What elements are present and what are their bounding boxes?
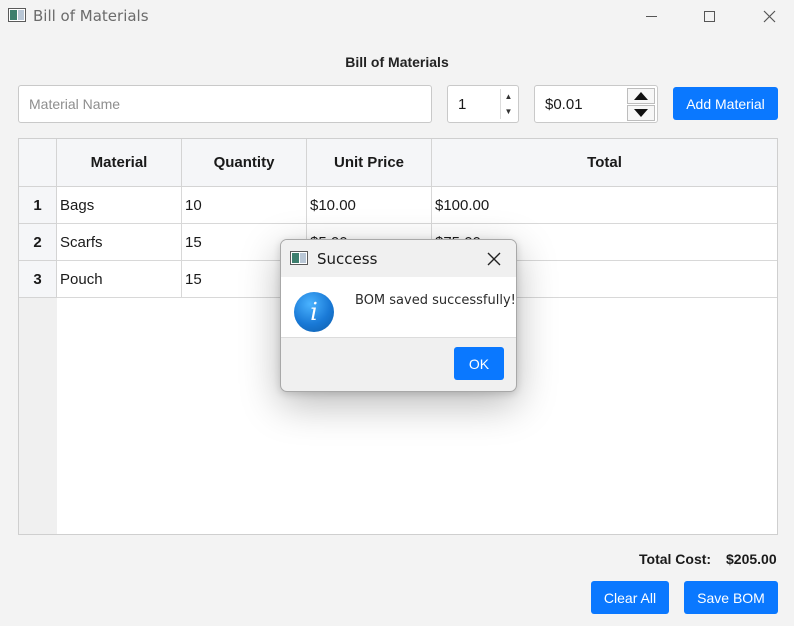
- dialog-title-bar[interactable]: Success: [281, 240, 516, 277]
- add-material-button[interactable]: Add Material: [673, 87, 778, 120]
- clear-all-button[interactable]: Clear All: [591, 581, 669, 614]
- total-cost-value: $205.00: [726, 551, 777, 567]
- dialog-message: BOM saved successfully!: [355, 293, 516, 308]
- price-increment-icon[interactable]: [627, 88, 655, 104]
- unit-price-spinner[interactable]: $0.01: [534, 85, 658, 123]
- table-cell-material[interactable]: Bags: [57, 187, 182, 224]
- success-dialog: Success i BOM saved successfully! OK: [280, 239, 517, 392]
- save-bom-button[interactable]: Save BOM: [684, 581, 778, 614]
- info-icon: i: [294, 292, 334, 332]
- close-icon: [763, 10, 775, 22]
- maximize-button[interactable]: [686, 0, 732, 32]
- total-cost-label: Total Cost:: [639, 551, 712, 567]
- quantity-value: 1: [458, 96, 467, 113]
- window-title: Bill of Materials: [33, 7, 149, 25]
- column-header-quantity[interactable]: Quantity: [182, 139, 307, 187]
- dialog-title: Success: [317, 250, 378, 268]
- quantity-decrement-icon[interactable]: ▼: [504, 105, 513, 118]
- title-bar: Bill of Materials: [0, 0, 794, 32]
- ok-button[interactable]: OK: [454, 347, 504, 380]
- table-cell-material[interactable]: Pouch: [57, 261, 182, 298]
- minimize-icon: [645, 15, 657, 17]
- column-header-material[interactable]: Material: [57, 139, 182, 187]
- minimize-button[interactable]: [628, 0, 674, 32]
- quantity-increment-icon[interactable]: ▲: [504, 90, 513, 103]
- table-cell-quantity[interactable]: 10: [182, 187, 307, 224]
- table-corner[interactable]: [19, 139, 57, 187]
- column-header-total[interactable]: Total: [432, 139, 777, 187]
- maximize-icon: [703, 10, 715, 22]
- app-icon: [8, 8, 26, 22]
- quantity-arrows: ▲ ▼: [500, 89, 516, 119]
- row-number[interactable]: 2: [19, 224, 57, 261]
- close-icon: [487, 252, 501, 266]
- table-cell-unit-price[interactable]: $10.00: [307, 187, 432, 224]
- close-button[interactable]: [746, 0, 792, 32]
- price-arrows: [627, 88, 655, 122]
- dialog-body: i BOM saved successfully!: [281, 277, 516, 338]
- table-cell-material[interactable]: Scarfs: [57, 224, 182, 261]
- page-heading: Bill of Materials: [345, 54, 449, 70]
- quantity-spinner[interactable]: 1 ▲ ▼: [447, 85, 519, 123]
- dialog-app-icon: [290, 251, 308, 265]
- column-header-unit-price[interactable]: Unit Price: [307, 139, 432, 187]
- dialog-close-button[interactable]: [486, 251, 502, 267]
- row-number[interactable]: 1: [19, 187, 57, 224]
- row-number[interactable]: 3: [19, 261, 57, 298]
- unit-price-value: $0.01: [545, 96, 583, 113]
- price-decrement-icon[interactable]: [627, 105, 655, 121]
- table-cell-total[interactable]: $100.00: [432, 187, 777, 224]
- material-name-input[interactable]: [18, 85, 432, 123]
